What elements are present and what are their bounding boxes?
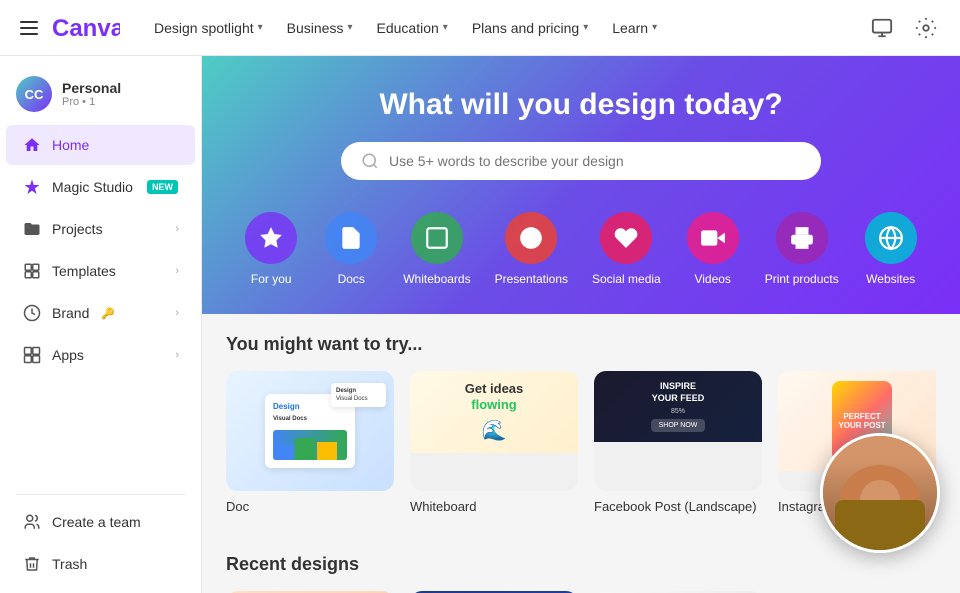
apps-icon: [22, 345, 42, 365]
hero-section: What will you design today? For you: [202, 56, 960, 314]
create-team-icon: [22, 512, 42, 532]
chevron-right-icon: ›: [175, 349, 179, 361]
sidebar: CC Personal Pro • 1 Home Magic Studio NE…: [0, 56, 202, 593]
search-icon: [361, 152, 379, 170]
try-card-wb-label: Whiteboard: [410, 499, 578, 514]
chevron-down-icon: ▾: [652, 22, 657, 33]
main-layout: CC Personal Pro • 1 Home Magic Studio NE…: [0, 56, 960, 593]
brand-key-icon: 🔑: [101, 307, 115, 320]
home-icon: [22, 135, 42, 155]
new-badge: NEW: [147, 180, 178, 194]
settings-icon[interactable]: [908, 10, 944, 46]
hamburger-menu[interactable]: [16, 17, 42, 39]
nav-business[interactable]: Business ▾: [277, 14, 363, 42]
brand-icon: [22, 303, 42, 323]
svg-text:Canva: Canva: [52, 15, 120, 42]
categories-row: For you Docs Whiteboards: [226, 204, 936, 294]
category-print-products[interactable]: Print products: [753, 204, 851, 294]
avatar: CC: [16, 76, 52, 112]
category-whiteboards[interactable]: Whiteboards: [391, 204, 482, 294]
chevron-right-icon: ›: [175, 307, 179, 319]
templates-icon: [22, 261, 42, 281]
hero-title: What will you design today?: [226, 88, 936, 122]
monitor-icon[interactable]: [864, 10, 900, 46]
sidebar-item-home[interactable]: Home: [6, 125, 195, 165]
chevron-right-icon: ›: [175, 223, 179, 235]
nav-education[interactable]: Education ▾: [367, 14, 458, 42]
chevron-down-icon: ▾: [347, 22, 352, 33]
user-profile[interactable]: CC Personal Pro • 1: [0, 64, 201, 124]
search-input[interactable]: [389, 153, 801, 169]
nav-learn[interactable]: Learn ▾: [602, 14, 667, 42]
nav-right: [864, 10, 944, 46]
sidebar-item-trash[interactable]: Trash: [6, 544, 195, 584]
user-name: Personal: [62, 80, 121, 96]
chevron-down-icon: ▾: [583, 22, 588, 33]
try-card-doc[interactable]: Design Visual Docs Design Visua: [226, 371, 394, 514]
sidebar-divider: [16, 494, 185, 495]
chevron-down-icon: ▾: [258, 22, 263, 33]
category-docs[interactable]: Docs: [311, 204, 391, 294]
category-for-you[interactable]: For you: [231, 204, 311, 294]
try-card-fb-label: Facebook Post (Landscape): [594, 499, 762, 514]
search-bar[interactable]: [341, 142, 821, 180]
user-plan: Pro • 1: [62, 96, 121, 108]
sidebar-item-magic-studio[interactable]: Magic Studio NEW: [6, 167, 195, 207]
video-overlay[interactable]: [820, 433, 940, 553]
try-card-fb-post[interactable]: INSPIREYOUR FEED 85% SHOP NOW Facebook P…: [594, 371, 762, 514]
sidebar-item-templates[interactable]: Templates ›: [6, 251, 195, 291]
top-nav: Canva Design spotlight ▾ Business ▾ Educ…: [0, 0, 960, 56]
category-social-media[interactable]: Social media: [580, 204, 673, 294]
recent-section-title: Recent designs: [226, 554, 936, 575]
category-videos[interactable]: Videos: [673, 204, 753, 294]
category-presentations[interactable]: Presentations: [483, 204, 580, 294]
category-websites[interactable]: Websites: [851, 204, 931, 294]
video-face: [823, 436, 937, 550]
trash-icon: [22, 554, 42, 574]
sidebar-item-create-team[interactable]: Create a team: [6, 502, 195, 542]
projects-icon: [22, 219, 42, 239]
nav-plans-pricing[interactable]: Plans and pricing ▾: [462, 14, 598, 42]
canva-logo[interactable]: Canva: [50, 14, 120, 42]
chevron-down-icon: ▾: [443, 22, 448, 33]
sidebar-item-brand[interactable]: Brand 🔑 ›: [6, 293, 195, 333]
try-card-whiteboard[interactable]: Get ideasflowing 🌊 Whiteboard: [410, 371, 578, 514]
nav-links: Design spotlight ▾ Business ▾ Education …: [144, 14, 856, 42]
try-card-doc-label: Doc: [226, 499, 394, 514]
sidebar-item-apps[interactable]: Apps ›: [6, 335, 195, 375]
nav-design-spotlight[interactable]: Design spotlight ▾: [144, 14, 273, 42]
chevron-right-icon: ›: [175, 265, 179, 277]
sidebar-item-projects[interactable]: Projects ›: [6, 209, 195, 249]
magic-icon: [22, 177, 42, 197]
try-section-title: You might want to try...: [226, 334, 936, 355]
